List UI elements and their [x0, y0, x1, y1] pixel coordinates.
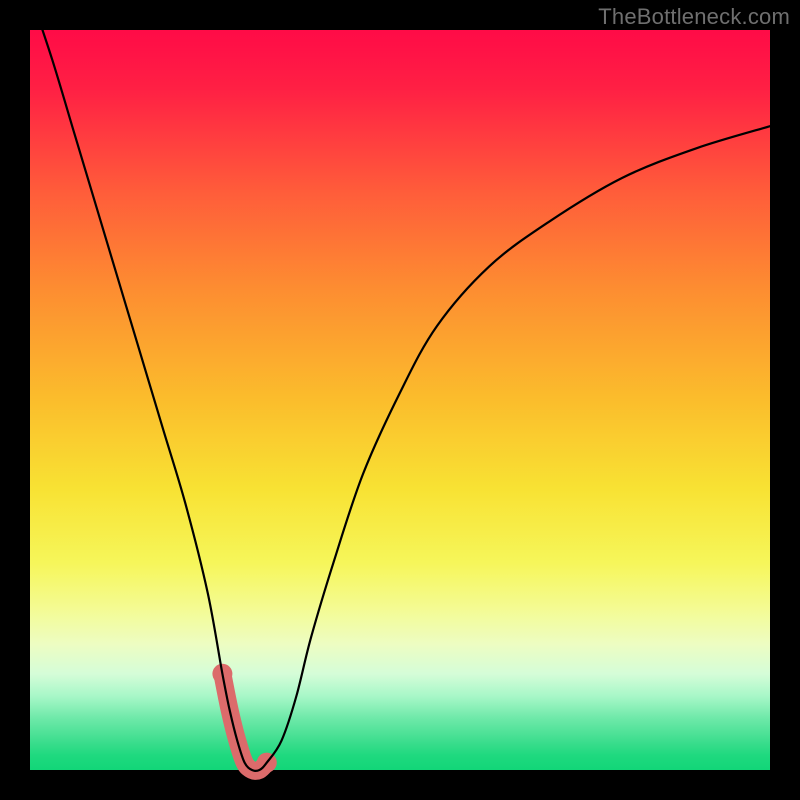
- watermark-text: TheBottleneck.com: [598, 4, 790, 30]
- plot-area: [30, 30, 770, 770]
- bottleneck-curve: [30, 0, 770, 771]
- curve-svg: [30, 30, 770, 770]
- chart-frame: TheBottleneck.com: [0, 0, 800, 800]
